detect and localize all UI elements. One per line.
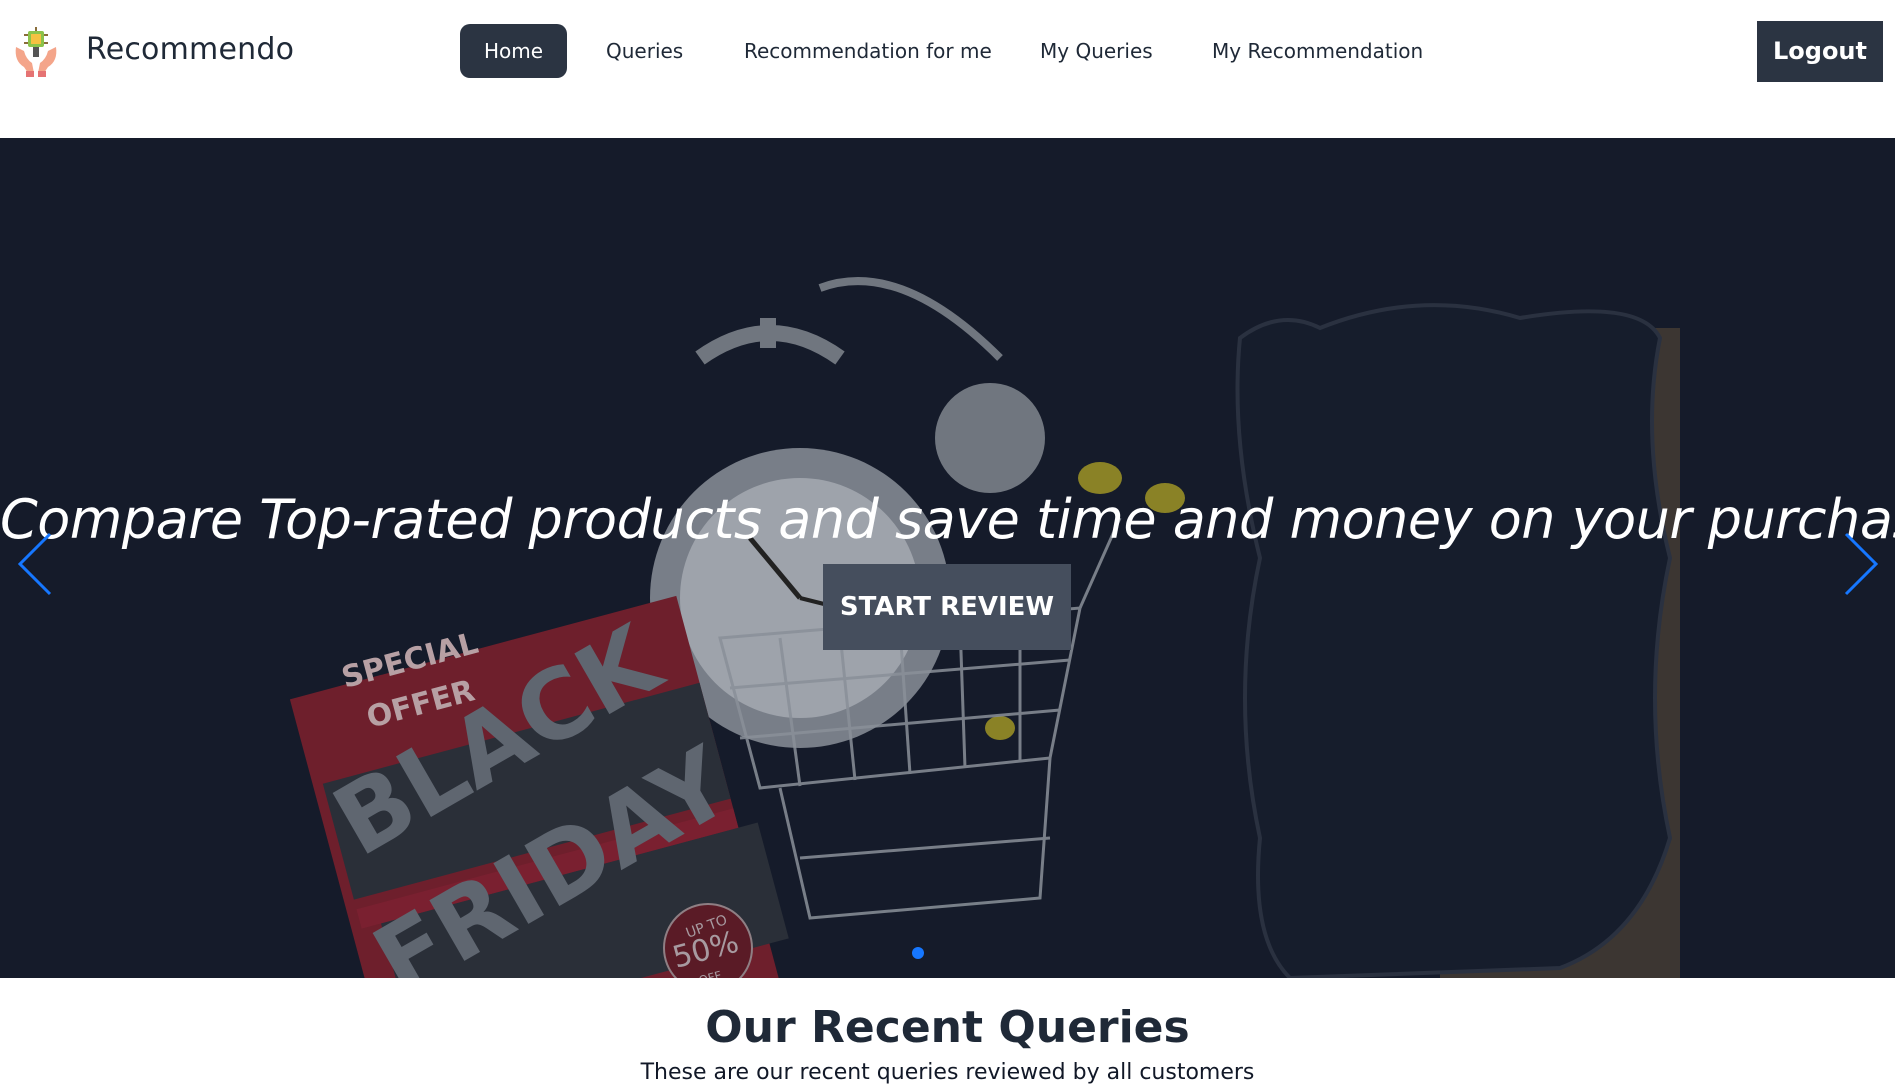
- carousel-pagination: [0, 944, 1895, 963]
- chevron-right-icon[interactable]: [1836, 524, 1884, 604]
- nav-recommendation-for-me[interactable]: Recommendation for me: [744, 24, 992, 78]
- carousel-dot-2[interactable]: [942, 947, 954, 959]
- hero-background-image: SPECIAL OFFER BLACK FRIDAY UP TO 50% OFF: [0, 138, 1895, 978]
- nav-queries[interactable]: Queries: [606, 24, 683, 78]
- brand-name[interactable]: Recommendo: [86, 32, 294, 67]
- section-title: Our Recent Queries: [705, 1002, 1190, 1053]
- hero-title: Compare Top-rated products and save time…: [0, 488, 1895, 551]
- nav-my-queries[interactable]: My Queries: [1040, 24, 1153, 78]
- nav-my-recommendation[interactable]: My Recommendation: [1212, 24, 1423, 78]
- section-subtitle: These are our recent queries reviewed by…: [640, 1060, 1255, 1085]
- start-review-button[interactable]: START REVIEW: [823, 564, 1071, 650]
- nav-home[interactable]: Home: [460, 24, 568, 78]
- carousel-dot-3[interactable]: [971, 947, 983, 959]
- hands-gear-icon[interactable]: [12, 27, 60, 77]
- navbar: Recommendo Home Queries Recommendation f…: [0, 0, 1895, 138]
- chevron-left-icon[interactable]: [12, 524, 60, 604]
- carousel-dot-1[interactable]: [912, 947, 925, 959]
- logout-button[interactable]: Logout: [1757, 21, 1883, 82]
- hero-carousel: SPECIAL OFFER BLACK FRIDAY UP TO 50% OFF…: [0, 138, 1895, 978]
